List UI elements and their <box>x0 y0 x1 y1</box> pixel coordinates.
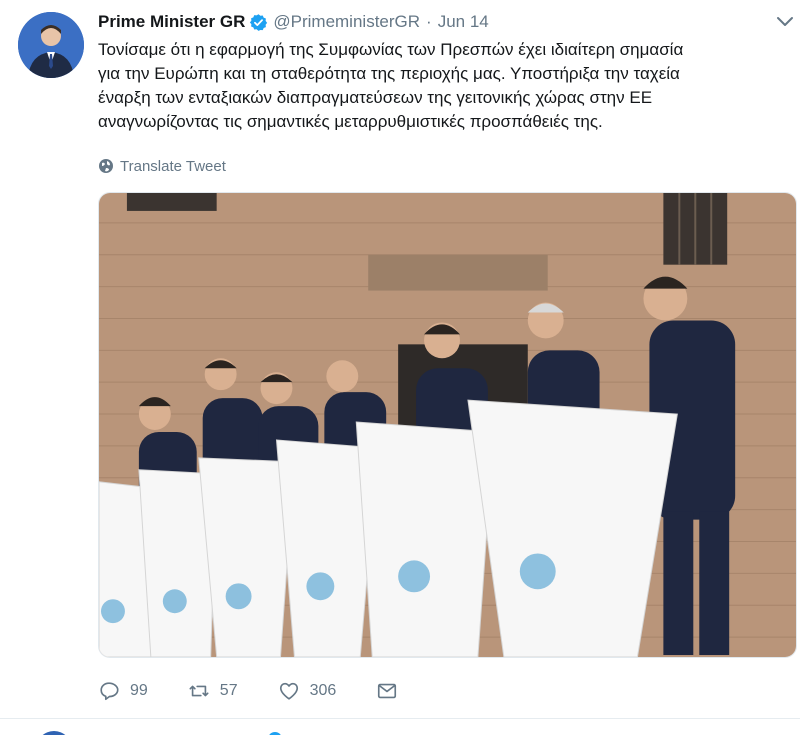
heart-icon <box>279 682 298 700</box>
chevron-down-icon[interactable] <box>776 16 794 28</box>
like-button[interactable]: 306 <box>278 680 337 702</box>
translate-label[interactable]: Translate Tweet <box>120 158 226 175</box>
verified-badge-icon <box>250 13 268 31</box>
tweet-timestamp[interactable]: Jun 14 <box>438 12 489 32</box>
next-avatar[interactable] <box>36 731 72 735</box>
tweet-text: Τονίσαμε ότι η εφαρμογή της Συμφωνίας τω… <box>98 40 684 131</box>
author-handle[interactable]: @PrimeministerGR <box>273 12 420 32</box>
retweet-count: 57 <box>219 682 238 699</box>
envelope-icon <box>378 683 397 699</box>
retweet-icon <box>189 685 209 697</box>
globe-icon <box>99 159 113 173</box>
translate-tweet-link[interactable]: Translate Tweet <box>98 156 226 176</box>
next-tweet-partial[interactable] <box>0 719 800 735</box>
direct-message-button[interactable] <box>376 680 398 702</box>
avatar-image <box>18 12 84 78</box>
tweet[interactable]: Prime Minister GR @PrimeministerGR · Jun… <box>0 0 800 718</box>
tweet-actions: 99 57 306 <box>98 678 438 704</box>
reply-count: 99 <box>130 682 148 699</box>
author-name[interactable]: Prime Minister GR <box>98 12 245 32</box>
header-separator: · <box>426 12 432 31</box>
press-conference-photo <box>99 193 796 657</box>
reply-icon <box>100 682 119 701</box>
like-count: 306 <box>309 682 337 699</box>
reply-button[interactable]: 99 <box>98 680 148 702</box>
retweet-button[interactable]: 57 <box>188 680 238 702</box>
author-avatar[interactable] <box>18 12 84 78</box>
tweet-photo[interactable] <box>98 192 797 658</box>
tweet-header: Prime Minister GR @PrimeministerGR · Jun… <box>98 11 489 33</box>
